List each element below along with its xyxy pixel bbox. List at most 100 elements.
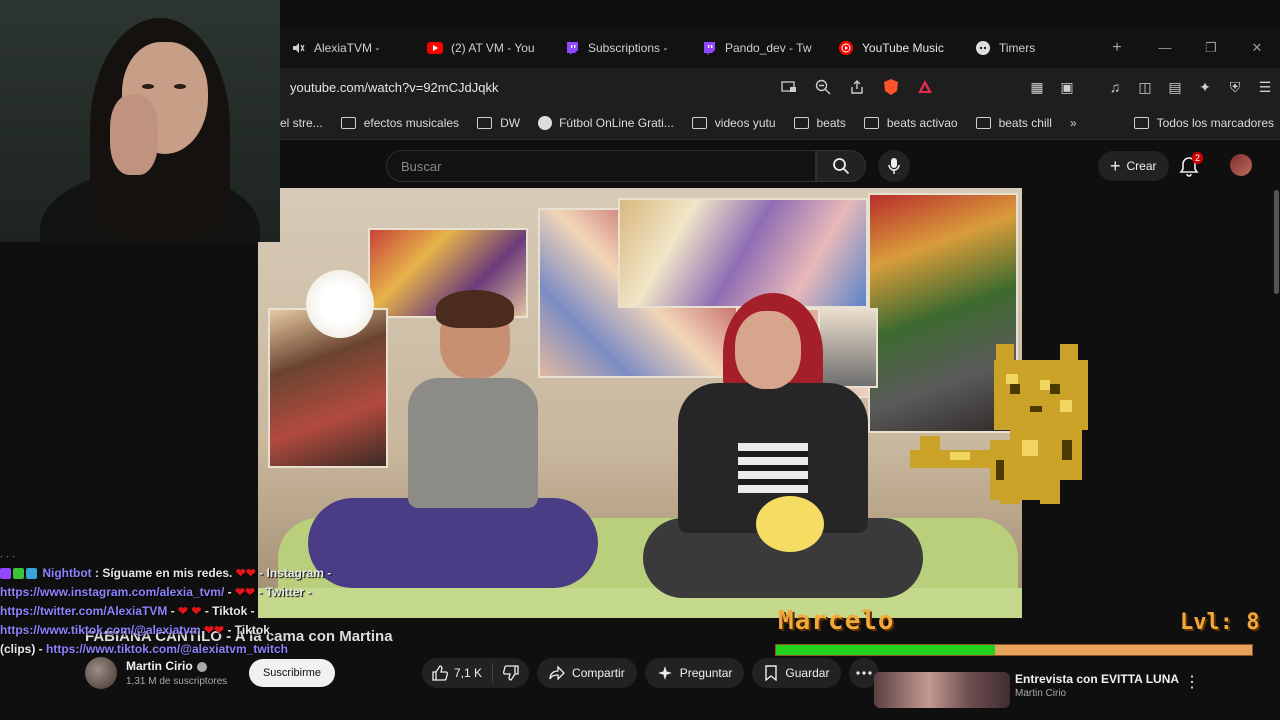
address-bar: youtube.com/watch?v=92mCJdJqkk ▦ ▣ ♫ ◫ ▤… bbox=[280, 68, 1280, 106]
chat-line: https://twitter.com/AlexiaTVM - ❤ ❤ - Ti… bbox=[0, 602, 560, 621]
subscriber-count: 1,31 M de suscriptores bbox=[126, 676, 228, 687]
chat-label: - Tiktok bbox=[227, 623, 270, 637]
faded-chat-line: · · · bbox=[0, 552, 16, 563]
share-icon[interactable] bbox=[848, 78, 866, 96]
tab-subscriptions[interactable]: Subscriptions - bbox=[554, 28, 691, 68]
bookmark-label: videos yutu bbox=[714, 115, 776, 130]
vpn-icon[interactable]: ⛨ bbox=[1226, 78, 1244, 96]
search-button[interactable] bbox=[816, 150, 866, 182]
webcam-overlay bbox=[0, 0, 280, 242]
bookmarks-overflow-button[interactable]: » bbox=[1070, 116, 1077, 130]
hud-level: Lvl: 8 bbox=[1180, 610, 1260, 635]
folder-icon bbox=[975, 116, 991, 129]
bookmark-beats-activao[interactable]: beats activao bbox=[863, 115, 958, 130]
all-bookmarks[interactable]: Todos los marcadores bbox=[1133, 115, 1274, 130]
bookmark-futbol-online[interactable]: Fútbol OnLine Grati... bbox=[538, 115, 674, 130]
close-icon[interactable]: ✕ bbox=[1234, 28, 1280, 68]
like-button[interactable]: 7,1 K bbox=[422, 658, 492, 688]
search-icon bbox=[833, 158, 850, 175]
save-button[interactable]: Guardar bbox=[752, 658, 842, 688]
ask-button[interactable]: Preguntar bbox=[644, 658, 745, 688]
voice-search-button[interactable] bbox=[878, 150, 910, 182]
brave-shield-icon[interactable] bbox=[882, 78, 900, 96]
tiktok-clips-link[interactable]: https://www.tiktok.com/@alexiatvm_twitch bbox=[46, 642, 288, 656]
bookmark-beats[interactable]: beats bbox=[793, 116, 846, 130]
twitter-link[interactable]: https://twitter.com/AlexiaTVM bbox=[0, 604, 167, 618]
bookmark-label: el stre... bbox=[280, 115, 323, 130]
muted-speaker-icon[interactable] bbox=[290, 40, 306, 56]
account-avatar[interactable] bbox=[1230, 154, 1252, 176]
bookmark-beats-chill[interactable]: beats chill bbox=[975, 116, 1052, 130]
chat-username: Nightbot bbox=[42, 566, 92, 580]
badge-icon bbox=[13, 568, 24, 580]
like-count: 7,1 K bbox=[454, 666, 483, 680]
bookmark-stream[interactable]: el stre... bbox=[280, 116, 323, 130]
minimize-icon[interactable]: — bbox=[1142, 28, 1188, 68]
folder-icon bbox=[691, 116, 707, 129]
chat-separator: - bbox=[227, 585, 232, 599]
brave-rewards-icon[interactable] bbox=[916, 78, 934, 96]
plush-duck bbox=[756, 496, 824, 552]
window-controls: — ❐ ✕ bbox=[1142, 28, 1280, 68]
chat-line: Nightbot : Síguame en mis redes. ❤❤ - In… bbox=[0, 564, 560, 583]
recommended-title[interactable]: Entrevista con EVITTA LUNA bbox=[1015, 672, 1179, 686]
hud-xp-bar bbox=[775, 644, 1253, 656]
menu-icon[interactable]: ☰ bbox=[1256, 78, 1274, 96]
all-bookmarks-label: Todos los marcadores bbox=[1156, 115, 1274, 130]
video-actions: 7,1 K Compartir Preguntar Guardar bbox=[422, 658, 880, 688]
plus-icon: + bbox=[1110, 156, 1121, 176]
lamp bbox=[306, 270, 374, 338]
globe-icon bbox=[538, 115, 553, 130]
scrollbar[interactable] bbox=[1274, 190, 1279, 294]
channel-name-text: Martin Cirio bbox=[126, 659, 193, 673]
more-vertical-icon[interactable]: ⋮ bbox=[1184, 672, 1200, 692]
channel-name[interactable]: Martin Cirio bbox=[126, 659, 207, 673]
wallet-icon[interactable]: ▤ bbox=[1166, 78, 1184, 96]
new-tab-button[interactable]: + bbox=[1102, 39, 1132, 57]
sidebar-icon[interactable]: ◫ bbox=[1136, 78, 1154, 96]
pixel-cat-avatar bbox=[910, 344, 1088, 504]
twitch-icon bbox=[701, 40, 717, 56]
music-icon[interactable]: ♫ bbox=[1106, 78, 1124, 96]
tab-timers[interactable]: Timers bbox=[965, 28, 1102, 68]
search-input[interactable]: Buscar bbox=[386, 150, 816, 182]
folder-icon bbox=[340, 116, 356, 129]
heart-icon: ❤ ❤ bbox=[178, 604, 202, 618]
guest-head bbox=[735, 311, 801, 389]
thumbs-up-icon bbox=[432, 665, 448, 681]
bookmark-videos-yutu[interactable]: videos yutu bbox=[691, 115, 776, 130]
bookmark-label: beats activao bbox=[886, 115, 958, 130]
channel-avatar[interactable] bbox=[85, 657, 117, 689]
tab-youtube-music[interactable]: YouTube Music bbox=[828, 28, 965, 68]
browser-tab-bar: AlexiaTVM - (2) AT VM - You Subscription… bbox=[280, 28, 1280, 68]
url-field[interactable]: youtube.com/watch?v=92mCJdJqkk bbox=[290, 80, 770, 95]
share-button[interactable]: Compartir bbox=[537, 658, 637, 688]
puzzle-icon[interactable]: ▦ bbox=[1028, 78, 1046, 96]
instagram-link[interactable]: https://www.instagram.com/alexia_tvm/ bbox=[0, 585, 224, 599]
leo-ai-icon[interactable]: ✦ bbox=[1196, 78, 1214, 96]
tiktok-link[interactable]: https://www.tiktok.com/@alexiatvm bbox=[0, 623, 201, 637]
create-button[interactable]: + Crear bbox=[1098, 151, 1169, 181]
hud-player-name: Marcelo bbox=[778, 606, 895, 636]
folder-icon bbox=[1133, 116, 1149, 129]
dislike-button[interactable] bbox=[493, 658, 529, 688]
tab-alexiatvm[interactable]: AlexiaTVM - bbox=[280, 28, 417, 68]
webcam-hand bbox=[110, 95, 158, 175]
tab-youtube[interactable]: (2) AT VM - You bbox=[417, 28, 554, 68]
restore-icon[interactable]: ❐ bbox=[1188, 28, 1234, 68]
zoom-icon[interactable] bbox=[814, 78, 832, 96]
poster bbox=[618, 198, 868, 308]
bookmarks-bar: el stre... efectos musicales DW Fútbol O… bbox=[280, 106, 1280, 140]
tab-pando-dev[interactable]: Pando_dev - Tw bbox=[691, 28, 828, 68]
recommended-video[interactable]: Entrevista con EVITTA LUNA Martin Cirio … bbox=[874, 668, 1274, 708]
folder-icon bbox=[863, 116, 879, 129]
stream-chat: · · · Nightbot : Síguame en mis redes. ❤… bbox=[0, 552, 560, 659]
bookmark-dw[interactable]: DW bbox=[477, 116, 520, 130]
notification-badge: 2 bbox=[1192, 152, 1204, 164]
subscribe-button[interactable]: Suscribirme bbox=[249, 659, 335, 687]
recommended-thumbnail[interactable] bbox=[874, 672, 1010, 708]
screenshot-icon[interactable]: ▣ bbox=[1058, 78, 1076, 96]
bookmark-efectos-musicales[interactable]: efectos musicales bbox=[340, 116, 459, 130]
cast-icon[interactable] bbox=[780, 78, 798, 96]
